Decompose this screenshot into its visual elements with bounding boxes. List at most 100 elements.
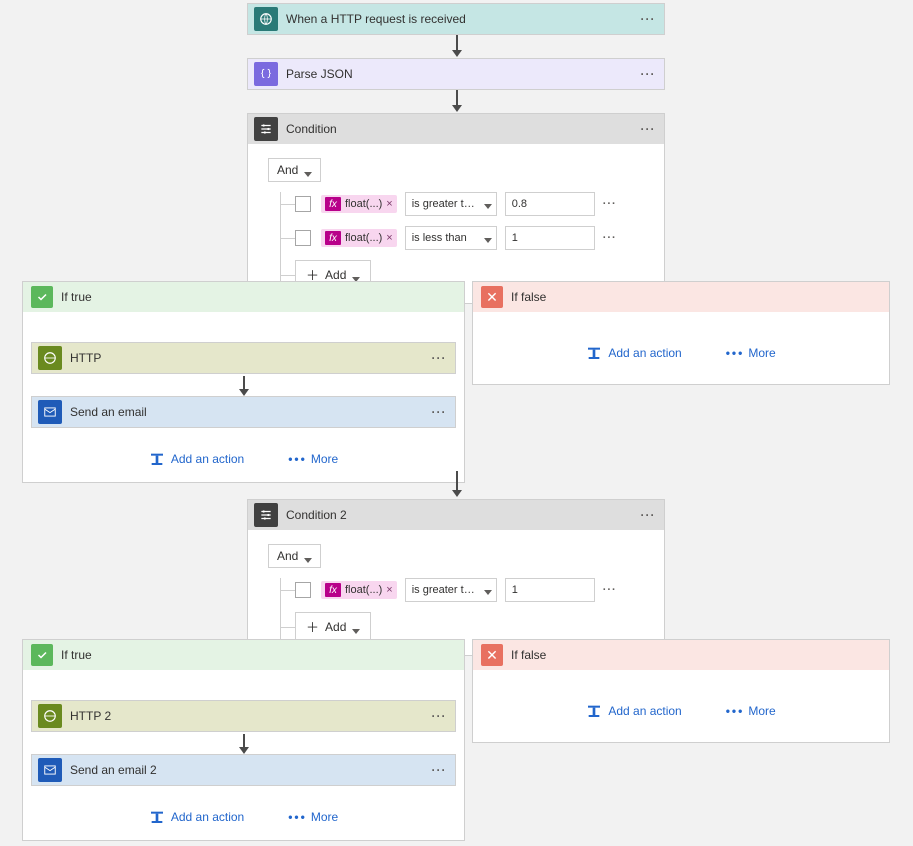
outlook-icon — [38, 400, 62, 424]
dots-icon: ••• — [726, 346, 745, 360]
email-2-action-title: Send an email 2 — [70, 763, 429, 777]
operator-dropdown[interactable]: is greater than o... — [405, 192, 497, 216]
group-operator-dropdown[interactable]: And — [268, 544, 321, 568]
if-true-header: If true — [23, 640, 464, 670]
if-false-header: ✕ If false — [473, 640, 889, 670]
braces-icon — [254, 62, 278, 86]
row-checkbox[interactable] — [295, 230, 311, 246]
condition-card: Condition ··· And fx float(...) × is gre… — [247, 113, 665, 304]
remove-pill-button[interactable]: × — [386, 198, 392, 210]
if-false-container-2: ✕ If false Add an action ••• More — [472, 639, 890, 743]
chevron-down-icon — [352, 623, 360, 631]
more-button[interactable]: ••• More — [726, 346, 776, 360]
parse-json-title: Parse JSON — [286, 67, 638, 81]
operator-dropdown[interactable]: is greater than o... — [405, 578, 497, 602]
pill-label: float(...) — [345, 232, 382, 244]
chevron-down-icon — [484, 200, 492, 208]
email-action-card[interactable]: Send an email ··· — [31, 396, 456, 428]
arrow-icon — [449, 35, 465, 57]
condition-2-header[interactable]: Condition 2 ··· — [248, 500, 664, 530]
http-2-action-card[interactable]: HTTP 2 ··· — [31, 700, 456, 732]
dots-icon: ••• — [288, 810, 307, 824]
operator-label: is greater than o... — [412, 198, 478, 210]
more-label: More — [748, 704, 775, 718]
add-action-button[interactable]: Add an action — [149, 452, 244, 466]
parse-json-card[interactable]: Parse JSON ··· — [247, 58, 665, 90]
value-text: 1 — [512, 232, 518, 244]
trigger-card[interactable]: When a HTTP request is received ··· — [247, 3, 665, 35]
http-2-action-title: HTTP 2 — [70, 709, 429, 723]
more-button[interactable]: ••• More — [288, 810, 338, 824]
row-more-button[interactable]: ··· — [603, 232, 617, 244]
add-action-label: Add an action — [171, 452, 244, 466]
add-action-button[interactable]: Add an action — [586, 704, 681, 718]
add-action-label: Add an action — [171, 810, 244, 824]
value-input[interactable]: 0.8 — [505, 192, 595, 216]
email-2-action-more-button[interactable]: ··· — [429, 763, 449, 777]
http-action-card[interactable]: HTTP ··· — [31, 342, 456, 374]
if-false-label: If false — [511, 648, 546, 662]
operator-dropdown[interactable]: is less than — [405, 226, 497, 250]
row-more-button[interactable]: ··· — [603, 584, 617, 596]
condition-header[interactable]: Condition ··· — [248, 114, 664, 144]
add-action-label: Add an action — [608, 346, 681, 360]
row-more-button[interactable]: ··· — [603, 198, 617, 210]
arrow-icon — [236, 734, 252, 754]
cross-icon: ✕ — [481, 644, 503, 666]
add-row: ＋ Add — [281, 612, 644, 641]
http-request-icon — [254, 7, 278, 31]
remove-pill-button[interactable]: × — [386, 584, 392, 596]
control-icon — [254, 117, 278, 141]
trigger-title: When a HTTP request is received — [286, 12, 638, 26]
if-false-header: ✕ If false — [473, 282, 889, 312]
add-condition-button[interactable]: ＋ Add — [295, 612, 371, 641]
remove-pill-button[interactable]: × — [386, 232, 392, 244]
row-checkbox[interactable] — [295, 196, 311, 212]
condition-row: fx float(...) × is greater than o... 1 ·… — [281, 578, 644, 602]
more-button[interactable]: ••• More — [288, 452, 338, 466]
condition-2-more-button[interactable]: ··· — [638, 508, 658, 522]
if-true-container: If true HTTP ··· Se — [22, 281, 465, 483]
outlook-icon — [38, 758, 62, 782]
trigger-more-button[interactable]: ··· — [638, 12, 658, 26]
parse-json-more-button[interactable]: ··· — [638, 67, 658, 81]
if-true-label: If true — [61, 290, 92, 304]
cross-icon: ✕ — [481, 286, 503, 308]
if-false-container: ✕ If false Add an action ••• More — [472, 281, 890, 385]
value-input[interactable]: 1 — [505, 226, 595, 250]
plus-icon: ＋ — [306, 617, 319, 636]
pill-label: float(...) — [345, 198, 382, 210]
add-action-button[interactable]: Add an action — [586, 346, 681, 360]
add-action-button[interactable]: Add an action — [149, 810, 244, 824]
dots-icon: ••• — [726, 704, 745, 718]
http-action-more-button[interactable]: ··· — [429, 351, 449, 365]
http-action-title: HTTP — [70, 351, 429, 365]
more-label: More — [748, 346, 775, 360]
email-action-more-button[interactable]: ··· — [429, 405, 449, 419]
arrow-icon — [449, 90, 465, 112]
condition-row: fx float(...) × is greater than o... 0.8… — [281, 192, 644, 216]
value-input[interactable]: 1 — [505, 578, 595, 602]
http-icon — [38, 346, 62, 370]
expression-pill[interactable]: fx float(...) × — [321, 581, 397, 599]
http-icon — [38, 704, 62, 728]
email-2-action-card[interactable]: Send an email 2 ··· — [31, 754, 456, 786]
fx-icon: fx — [325, 583, 341, 597]
condition-more-button[interactable]: ··· — [638, 122, 658, 136]
arrow-icon — [449, 471, 465, 497]
condition-title: Condition — [286, 122, 638, 136]
row-checkbox[interactable] — [295, 582, 311, 598]
group-operator-dropdown[interactable]: And — [268, 158, 321, 182]
chevron-down-icon — [484, 234, 492, 242]
value-text: 0.8 — [512, 198, 527, 210]
expression-pill[interactable]: fx float(...) × — [321, 195, 397, 213]
add-action-label: Add an action — [608, 704, 681, 718]
http-2-action-more-button[interactable]: ··· — [429, 709, 449, 723]
pill-label: float(...) — [345, 584, 382, 596]
more-button[interactable]: ••• More — [726, 704, 776, 718]
operator-label: is less than — [412, 232, 467, 244]
arrow-icon — [236, 376, 252, 396]
expression-pill[interactable]: fx float(...) × — [321, 229, 397, 247]
add-label: Add — [325, 268, 346, 282]
if-true-label: If true — [61, 648, 92, 662]
